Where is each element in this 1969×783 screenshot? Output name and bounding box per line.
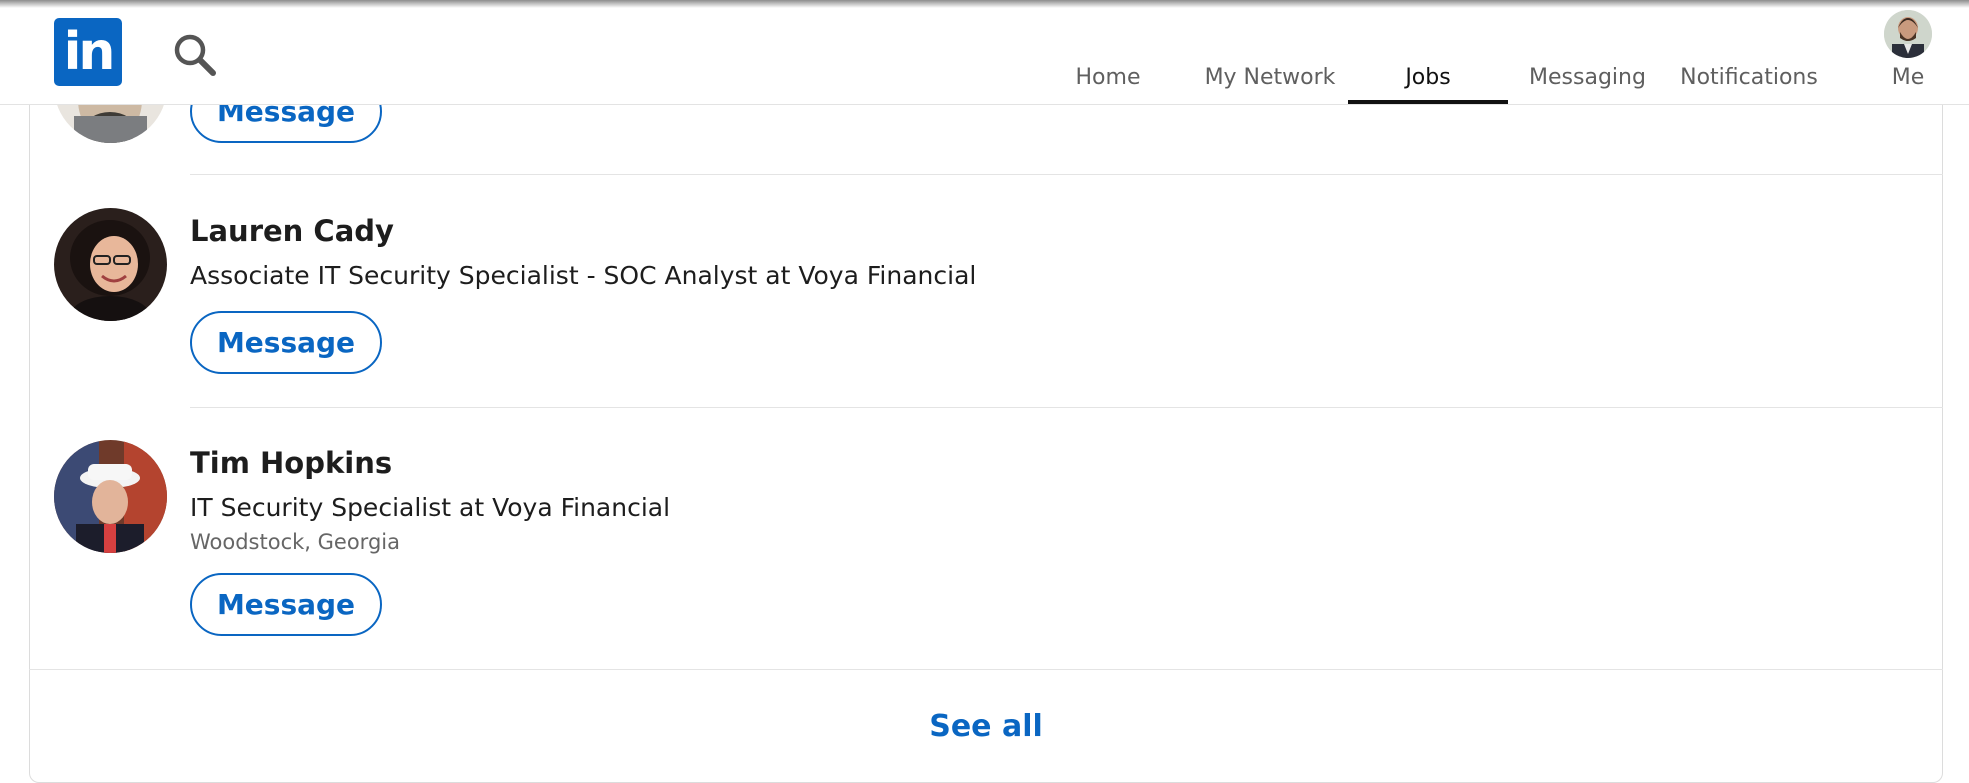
- person-location: Woodstock, Georgia: [190, 530, 400, 554]
- nav-jobs[interactable]: Jobs: [1348, 0, 1508, 104]
- message-button[interactable]: Message: [190, 573, 382, 636]
- see-all-link[interactable]: See all: [29, 670, 1943, 783]
- avatar[interactable]: [54, 440, 167, 553]
- person-headline: Associate IT Security Specialist - SOC A…: [190, 261, 977, 290]
- nav-home[interactable]: Home: [1058, 0, 1158, 104]
- person-name[interactable]: Lauren Cady: [190, 214, 394, 248]
- top-navigation: in Home My Network Jobs Messaging Notifi…: [0, 0, 1969, 105]
- nav-messaging[interactable]: Messaging: [1520, 0, 1655, 104]
- divider: [190, 407, 1943, 408]
- person-name[interactable]: Tim Hopkins: [190, 446, 392, 480]
- linkedin-logo-icon[interactable]: in: [54, 18, 122, 86]
- avatar[interactable]: [54, 208, 167, 321]
- message-button[interactable]: Message: [190, 311, 382, 374]
- nav-notifications[interactable]: Notifications: [1672, 0, 1826, 104]
- nav-my-network[interactable]: My Network: [1190, 0, 1350, 104]
- person-headline: IT Security Specialist at Voya Financial: [190, 493, 671, 522]
- divider: [190, 174, 1943, 175]
- search-icon[interactable]: [172, 32, 218, 78]
- me-avatar[interactable]: [1884, 10, 1932, 58]
